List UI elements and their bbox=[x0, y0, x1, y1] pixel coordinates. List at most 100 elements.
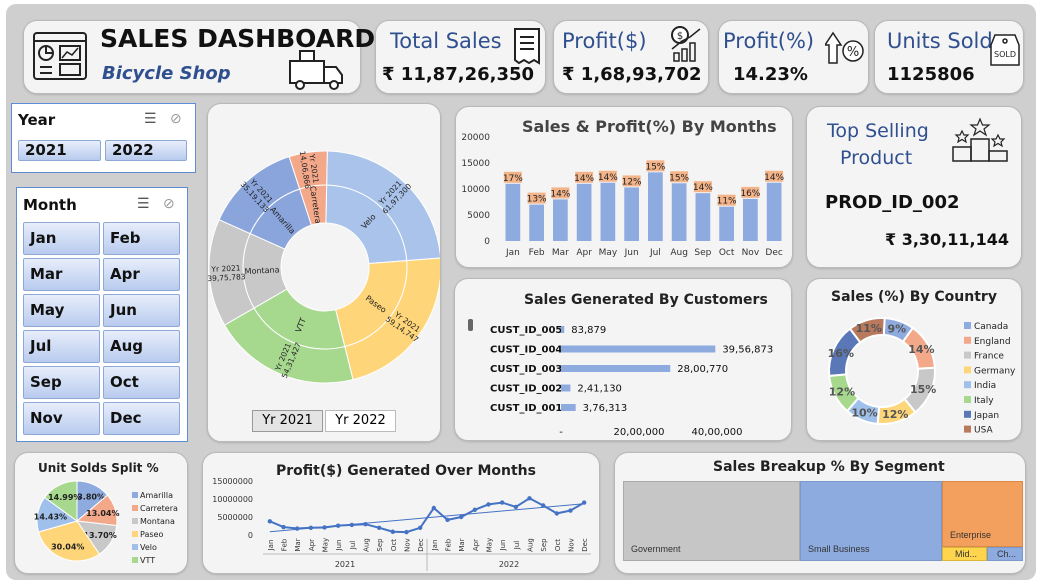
month-bar-jul bbox=[648, 172, 663, 241]
svg-text:%: % bbox=[847, 45, 859, 60]
country-data-label: 15% bbox=[910, 383, 936, 396]
profit-point bbox=[568, 508, 573, 513]
dashboard-subtitle: Bicycle Shop bbox=[102, 63, 231, 84]
top-product-title-1: Top Selling bbox=[827, 120, 929, 142]
y-tick-label: 10000 bbox=[461, 185, 490, 195]
x-tick-label: Oct bbox=[554, 539, 562, 551]
legend-swatch bbox=[964, 381, 971, 389]
month-button-jul[interactable]: Jul bbox=[23, 330, 100, 363]
country-data-label: 11% bbox=[856, 322, 882, 335]
x-tick-label: Jun bbox=[624, 248, 639, 258]
segment-ch[interactable]: Ch... bbox=[987, 547, 1023, 561]
profit-point bbox=[404, 529, 409, 535]
customer-label: CUST_ID_002 bbox=[490, 384, 562, 395]
money-growth-icon: $ bbox=[671, 26, 701, 62]
legend-label: Germany bbox=[974, 366, 1016, 376]
month-button-mar[interactable]: Mar bbox=[23, 258, 100, 291]
month-button-may[interactable]: May bbox=[23, 294, 100, 327]
profit-point bbox=[527, 496, 532, 501]
year-2021-button[interactable]: 2021 bbox=[18, 140, 101, 161]
sold-tag-icon: SOLD bbox=[990, 34, 1020, 66]
profit-point bbox=[554, 511, 560, 516]
x-tick-label: May bbox=[599, 248, 618, 258]
month-bar-apr bbox=[576, 183, 592, 241]
x-tick-label: Sep bbox=[376, 538, 384, 552]
customer-label: CUST_ID_005 bbox=[490, 325, 562, 336]
unit-split-card: Unit Solds Split % 13.80% 13.04% 13.70% 30.… bbox=[14, 452, 188, 574]
legend-swatch bbox=[964, 425, 971, 433]
kpi-units-value: 1125806 bbox=[887, 64, 975, 85]
segment-enterprise-label: Enterprise bbox=[950, 530, 992, 540]
x-tick-label: Feb bbox=[281, 538, 289, 551]
segment-small-business-label: Small Business bbox=[808, 544, 870, 554]
unit-data-label: 14.43% bbox=[34, 512, 67, 521]
y-tick-label: 5000 bbox=[467, 211, 490, 221]
top-product-title-2: Product bbox=[840, 147, 913, 169]
clear-filter-icon[interactable]: ⊘ bbox=[170, 110, 182, 127]
trendline bbox=[269, 503, 585, 533]
multi-select-icon[interactable]: ☰ bbox=[144, 110, 157, 127]
x-tick-label: Nov bbox=[568, 538, 576, 552]
profit-point bbox=[472, 507, 478, 512]
month-button-nov[interactable]: Nov bbox=[23, 402, 100, 435]
x-tick-label: Dec bbox=[581, 538, 589, 552]
group-label: 2021 bbox=[335, 560, 355, 569]
y-tick-label: 0 bbox=[484, 237, 490, 247]
y-tick-label: 20000 bbox=[461, 133, 490, 143]
bar-data-label: 14% bbox=[550, 189, 570, 199]
legend-swatch bbox=[132, 544, 138, 550]
x-tick-label: Sep bbox=[694, 248, 711, 258]
month-bar-jun bbox=[624, 187, 639, 241]
kpi-total-sales-value: ₹ 11,87,26,350 bbox=[382, 64, 535, 85]
customer-data-label: 3,76,313 bbox=[583, 403, 628, 414]
x-tick-label: Feb bbox=[529, 248, 545, 258]
multi-select-icon[interactable]: ☰ bbox=[137, 195, 150, 212]
sunburst-outer-label: Yr 202139,75,783 bbox=[208, 263, 246, 283]
month-button-aug[interactable]: Aug bbox=[103, 330, 180, 363]
year-slicer-title: Year bbox=[18, 111, 56, 129]
profit-point bbox=[431, 505, 437, 511]
bar-data-label: 16% bbox=[740, 189, 760, 199]
customer-bar bbox=[561, 365, 671, 372]
month-button-dec[interactable]: Dec bbox=[103, 402, 180, 435]
x-tick-label: May bbox=[486, 538, 494, 552]
x-tick-label: Mar bbox=[458, 538, 466, 551]
segment-mid-label: Mid... bbox=[955, 549, 978, 559]
segment-small-business[interactable]: Small Business bbox=[800, 481, 942, 561]
legend-label: Paseo bbox=[140, 530, 163, 539]
sunburst-tab-2022[interactable]: Yr 2022 bbox=[325, 410, 396, 432]
month-button-jan[interactable]: Jan bbox=[23, 222, 100, 255]
country-data-label: 14% bbox=[908, 343, 934, 356]
x-tick-label: Oct bbox=[390, 539, 398, 551]
x-tick-label: Aug bbox=[527, 538, 535, 552]
kpi-total-sales-card: Total Sales ₹ 11,87,26,350 bbox=[375, 20, 546, 94]
x-tick-label: Apr bbox=[308, 539, 316, 551]
sunburst-tab-2021[interactable]: Yr 2021 bbox=[252, 410, 323, 432]
top-product-id: PROD_ID_002 bbox=[825, 192, 960, 213]
legend-label: Velo bbox=[140, 543, 157, 552]
month-button-sep[interactable]: Sep bbox=[23, 366, 100, 399]
month-button-feb[interactable]: Feb bbox=[103, 222, 180, 255]
month-button-oct[interactable]: Oct bbox=[103, 366, 180, 399]
x-tick-label: Apr bbox=[472, 539, 480, 551]
x-tick-label: Aug bbox=[363, 538, 371, 552]
y-tick-label: 15000000 bbox=[212, 477, 253, 486]
month-button-apr[interactable]: Apr bbox=[103, 258, 180, 291]
legend-swatch bbox=[132, 518, 138, 524]
customer-data-label: 39,56,873 bbox=[722, 345, 773, 356]
segment-government[interactable]: Government bbox=[623, 481, 800, 561]
profit-line-chart: 15000000 10000000 5000000 0 Jan Feb Mar Apr May J… bbox=[212, 477, 591, 571]
profit-point bbox=[417, 525, 423, 530]
svg-text:SOLD: SOLD bbox=[994, 50, 1016, 59]
segment-mid[interactable]: Mid... bbox=[942, 547, 987, 561]
kpi-profit-title: Profit($) bbox=[562, 29, 647, 53]
month-button-jun[interactable]: Jun bbox=[103, 294, 180, 327]
segment-enterprise[interactable]: Enterprise bbox=[942, 481, 1023, 547]
month-bar-jan bbox=[505, 183, 521, 241]
bar-data-label: 15% bbox=[669, 173, 689, 183]
country-sales-card: Sales (%) By Country 9% 14% 15% 12% 10% 12% 16… bbox=[806, 278, 1022, 441]
month-bar-oct bbox=[719, 206, 734, 241]
clear-filter-icon[interactable]: ⊘ bbox=[163, 195, 175, 212]
top-product-value: ₹ 3,30,11,144 bbox=[885, 230, 1009, 249]
year-2022-button[interactable]: 2022 bbox=[105, 140, 187, 161]
